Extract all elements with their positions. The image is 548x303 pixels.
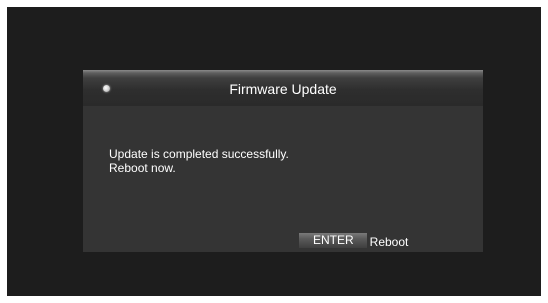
dialog-footer: ENTER Reboot [299,232,409,249]
dialog-title-bar: Firmware Update [83,70,483,106]
enter-key-button[interactable]: ENTER [299,232,367,248]
dialog-message: Update is completed successfully. Reboot… [109,147,289,175]
dialog-title: Firmware Update [229,81,337,97]
message-line-completed: Update is completed successfully. [109,147,289,161]
message-line-reboot: Reboot now. [109,161,176,175]
reboot-action-label: Reboot [369,234,409,249]
tv-screen: Firmware Update Update is completed succ… [7,7,541,296]
firmware-update-dialog: Firmware Update Update is completed succ… [83,70,483,252]
